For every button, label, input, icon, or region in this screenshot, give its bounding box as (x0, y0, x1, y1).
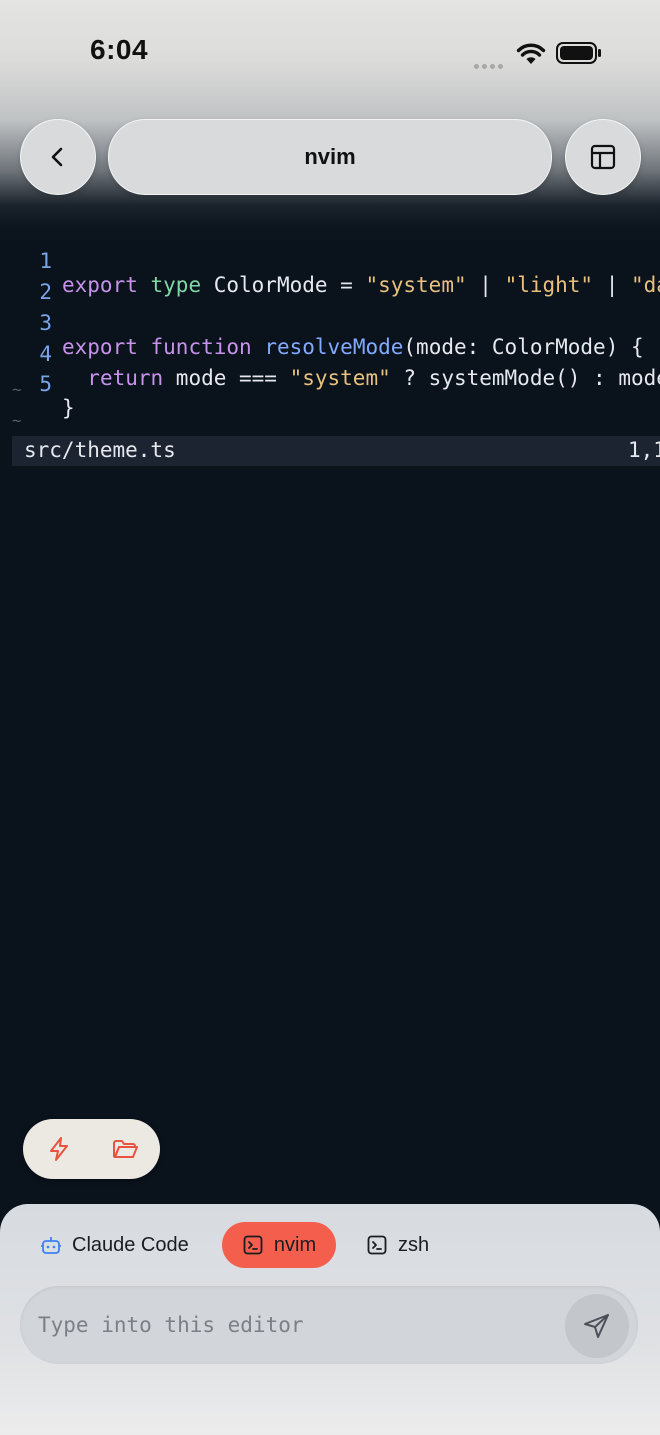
tab-label: zsh (398, 1233, 430, 1256)
folder-icon[interactable] (111, 1135, 139, 1163)
empty-line-marker: ~ (12, 380, 22, 399)
code-line: 2 (0, 256, 52, 304)
code-content: export type ColorMode = "system" | "ligh… (62, 273, 660, 297)
code-token: | (593, 273, 632, 297)
code-line: 3 export function resolveMode(mode: Colo… (0, 287, 643, 359)
terminal-icon (243, 1235, 263, 1255)
code-token: ColorMode = (201, 273, 366, 297)
quick-actions-pill (23, 1119, 160, 1179)
status-file-name: src/theme.ts (24, 438, 176, 462)
code-token: "da (631, 273, 660, 297)
code-line: 4 return mode === "system" ? systemMode(… (0, 318, 660, 390)
robot-icon (41, 1237, 61, 1254)
code-content: export function resolveMode(mode: ColorM… (62, 335, 644, 359)
tab-label: nvim (273, 1233, 317, 1256)
editor-input[interactable] (36, 1304, 560, 1346)
layout-button[interactable] (565, 119, 641, 195)
code-token: export (62, 273, 138, 297)
line-number: 5 (39, 372, 52, 396)
cursor-position: 1,1 (628, 438, 660, 462)
tab-nvim[interactable]: nvim (222, 1222, 336, 1268)
signal-icon (474, 56, 506, 69)
terminal-icon (367, 1235, 387, 1255)
back-button[interactable] (20, 119, 96, 195)
code-line: 5 } (0, 348, 74, 420)
code-token: ? systemMode() : mode (390, 366, 660, 390)
composer (20, 1286, 638, 1364)
wifi-icon (516, 43, 546, 64)
code-token: "system" (289, 366, 391, 390)
code-token: return (87, 366, 164, 390)
bottom-panel: Claude Code nvim zsh (0, 1204, 660, 1435)
code-token: | (466, 273, 505, 297)
empty-line-marker: ~ (12, 411, 22, 430)
code-token: export (62, 335, 138, 359)
code-content: return mode === "system" ? systemMode() … (62, 366, 660, 390)
code-token: function (150, 335, 252, 359)
code-token: type (150, 273, 202, 297)
code-content: } (62, 396, 75, 420)
code-token: "light" (504, 273, 594, 297)
send-button[interactable] (565, 1294, 629, 1358)
chevron-left-icon (51, 147, 63, 167)
status-bar: 6:04 (0, 0, 660, 110)
send-icon (584, 1314, 609, 1338)
code-token: } (62, 396, 75, 420)
page-title: nvim (108, 119, 552, 195)
editor-status-line: src/theme.ts 1,1 (12, 436, 660, 466)
layout-icon (590, 144, 616, 170)
status-time: 6:04 (90, 34, 149, 65)
tab-claude-code[interactable]: Claude Code (40, 1222, 210, 1268)
code-token: mode === (163, 366, 290, 390)
battery-icon (556, 42, 601, 64)
bolt-icon[interactable] (45, 1135, 73, 1163)
tab-zsh[interactable]: zsh (366, 1222, 446, 1268)
tab-label: Claude Code (72, 1233, 189, 1256)
code-token: "system" (365, 273, 467, 297)
code-token: resolveMode (264, 335, 404, 359)
code-line: 1 export type ColorMode = "system" | "li… (0, 225, 660, 297)
code-token: (mode: ColorMode) { (403, 335, 644, 359)
